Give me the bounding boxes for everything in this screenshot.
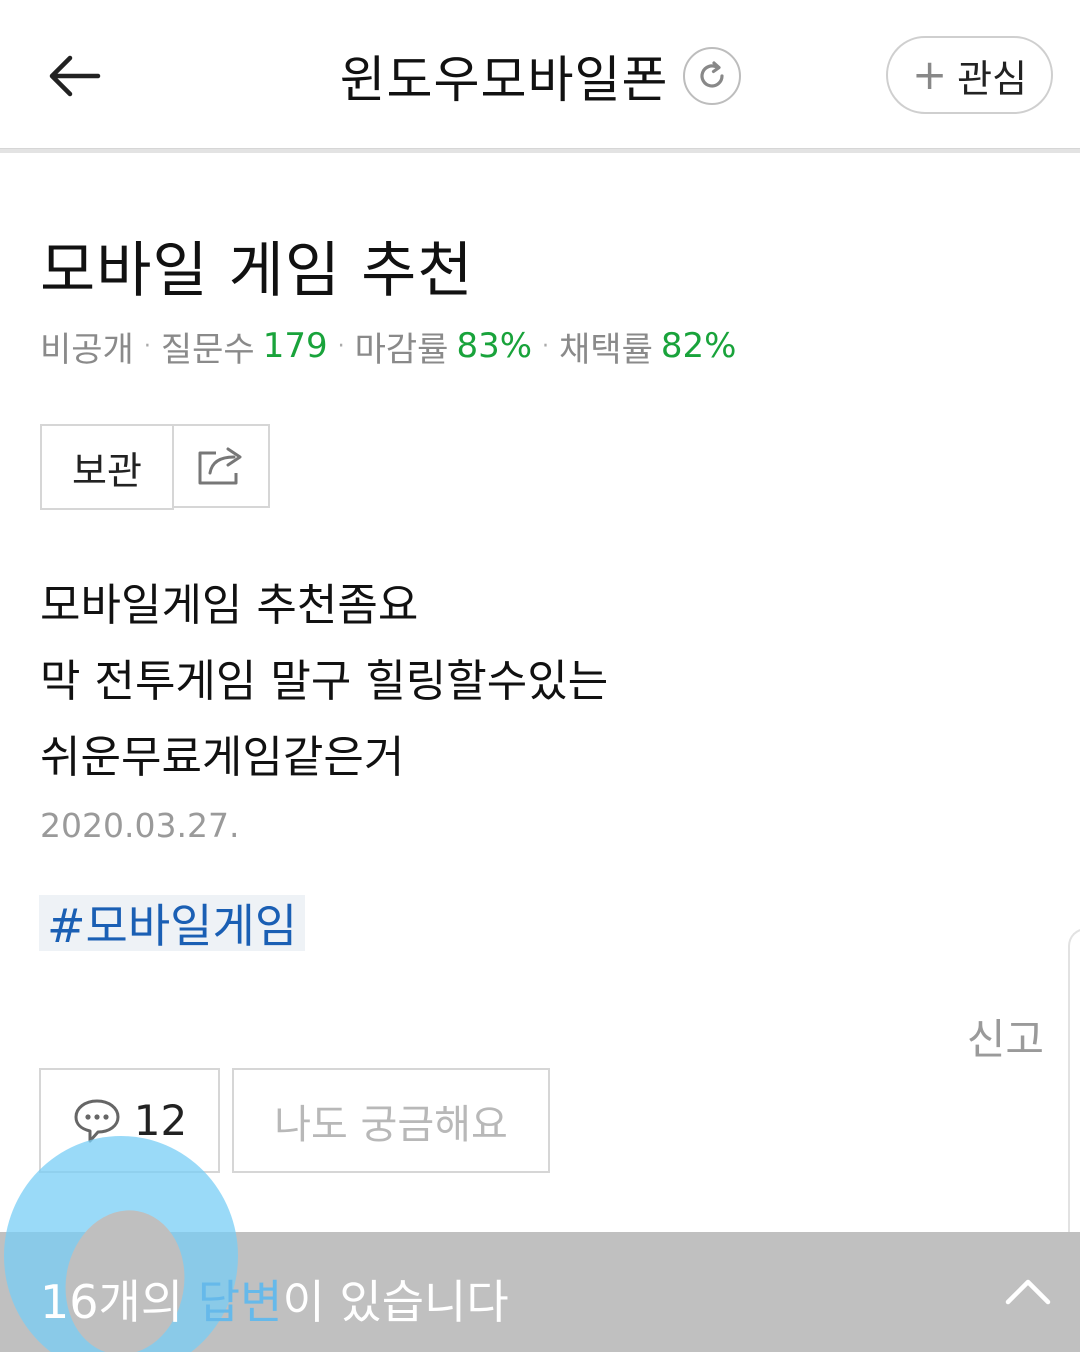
answers-count: 16개의 bbox=[40, 1275, 198, 1329]
close-rate-value: 83% bbox=[456, 326, 533, 366]
question-actions: 보관 bbox=[40, 424, 270, 510]
questions-count-label: 질문수 bbox=[160, 329, 255, 370]
save-button[interactable]: 보관 bbox=[40, 424, 174, 510]
question-body-line: 막 전투게임 말구 힐링할수있는 bbox=[40, 656, 609, 707]
page: 윈도우모바일폰 + 관심 모바일 게임 추천 비공개 · 질문수 179 · 마… bbox=[0, 0, 1080, 1352]
question-body-line: 모바일게임 추천좀요 bbox=[40, 580, 419, 631]
plus-icon: + bbox=[911, 50, 948, 99]
report-link[interactable]: 신고 bbox=[967, 1006, 1044, 1067]
question-body: 모바일게임 추천좀요 막 전투게임 말구 힐링할수있는 쉬운무료게임같은거 bbox=[40, 568, 1040, 796]
close-rate-label: 마감률 bbox=[354, 329, 449, 370]
follow-button[interactable]: + 관심 bbox=[886, 36, 1053, 114]
visibility-label: 비공개 bbox=[40, 329, 134, 370]
answers-count-text: 16개의 답변이 있습니다 bbox=[40, 1266, 509, 1332]
meta-separator: · bbox=[337, 333, 345, 359]
arrow-left-icon bbox=[49, 55, 101, 97]
question-body-line: 쉬운무료게임같은거 bbox=[40, 732, 405, 783]
share-button[interactable] bbox=[174, 424, 270, 508]
question-date: 2020.03.27. bbox=[40, 806, 240, 845]
refresh-icon bbox=[699, 61, 724, 88]
adopt-rate-label: 채택률 bbox=[559, 329, 653, 370]
question-title: 모바일 게임 추천 bbox=[40, 236, 474, 306]
refresh-button[interactable] bbox=[682, 47, 741, 105]
meta-separator: · bbox=[143, 333, 151, 359]
header-divider bbox=[0, 148, 1080, 153]
back-button[interactable] bbox=[38, 44, 110, 108]
meta-separator: · bbox=[542, 333, 550, 359]
chevron-up-icon[interactable] bbox=[1004, 1268, 1052, 1316]
answers-rest: 이 있습니다 bbox=[282, 1275, 509, 1329]
questions-count-value: 179 bbox=[262, 326, 328, 366]
me-too-curious-button[interactable]: 나도 궁금해요 bbox=[232, 1068, 550, 1173]
hashtag-link[interactable]: #모바일게임 bbox=[39, 895, 306, 953]
share-icon bbox=[198, 447, 242, 485]
answers-highlight: 답변 bbox=[197, 1275, 283, 1329]
top-app-bar: 윈도우모바일폰 + 관심 bbox=[0, 0, 1080, 148]
question-meta: 비공개 · 질문수 179 · 마감률 83% · 채택률 82% bbox=[40, 324, 737, 370]
page-title: 윈도우모바일폰 bbox=[339, 51, 669, 109]
adopt-rate-value: 82% bbox=[660, 326, 737, 366]
follow-label: 관심 bbox=[957, 56, 1028, 101]
